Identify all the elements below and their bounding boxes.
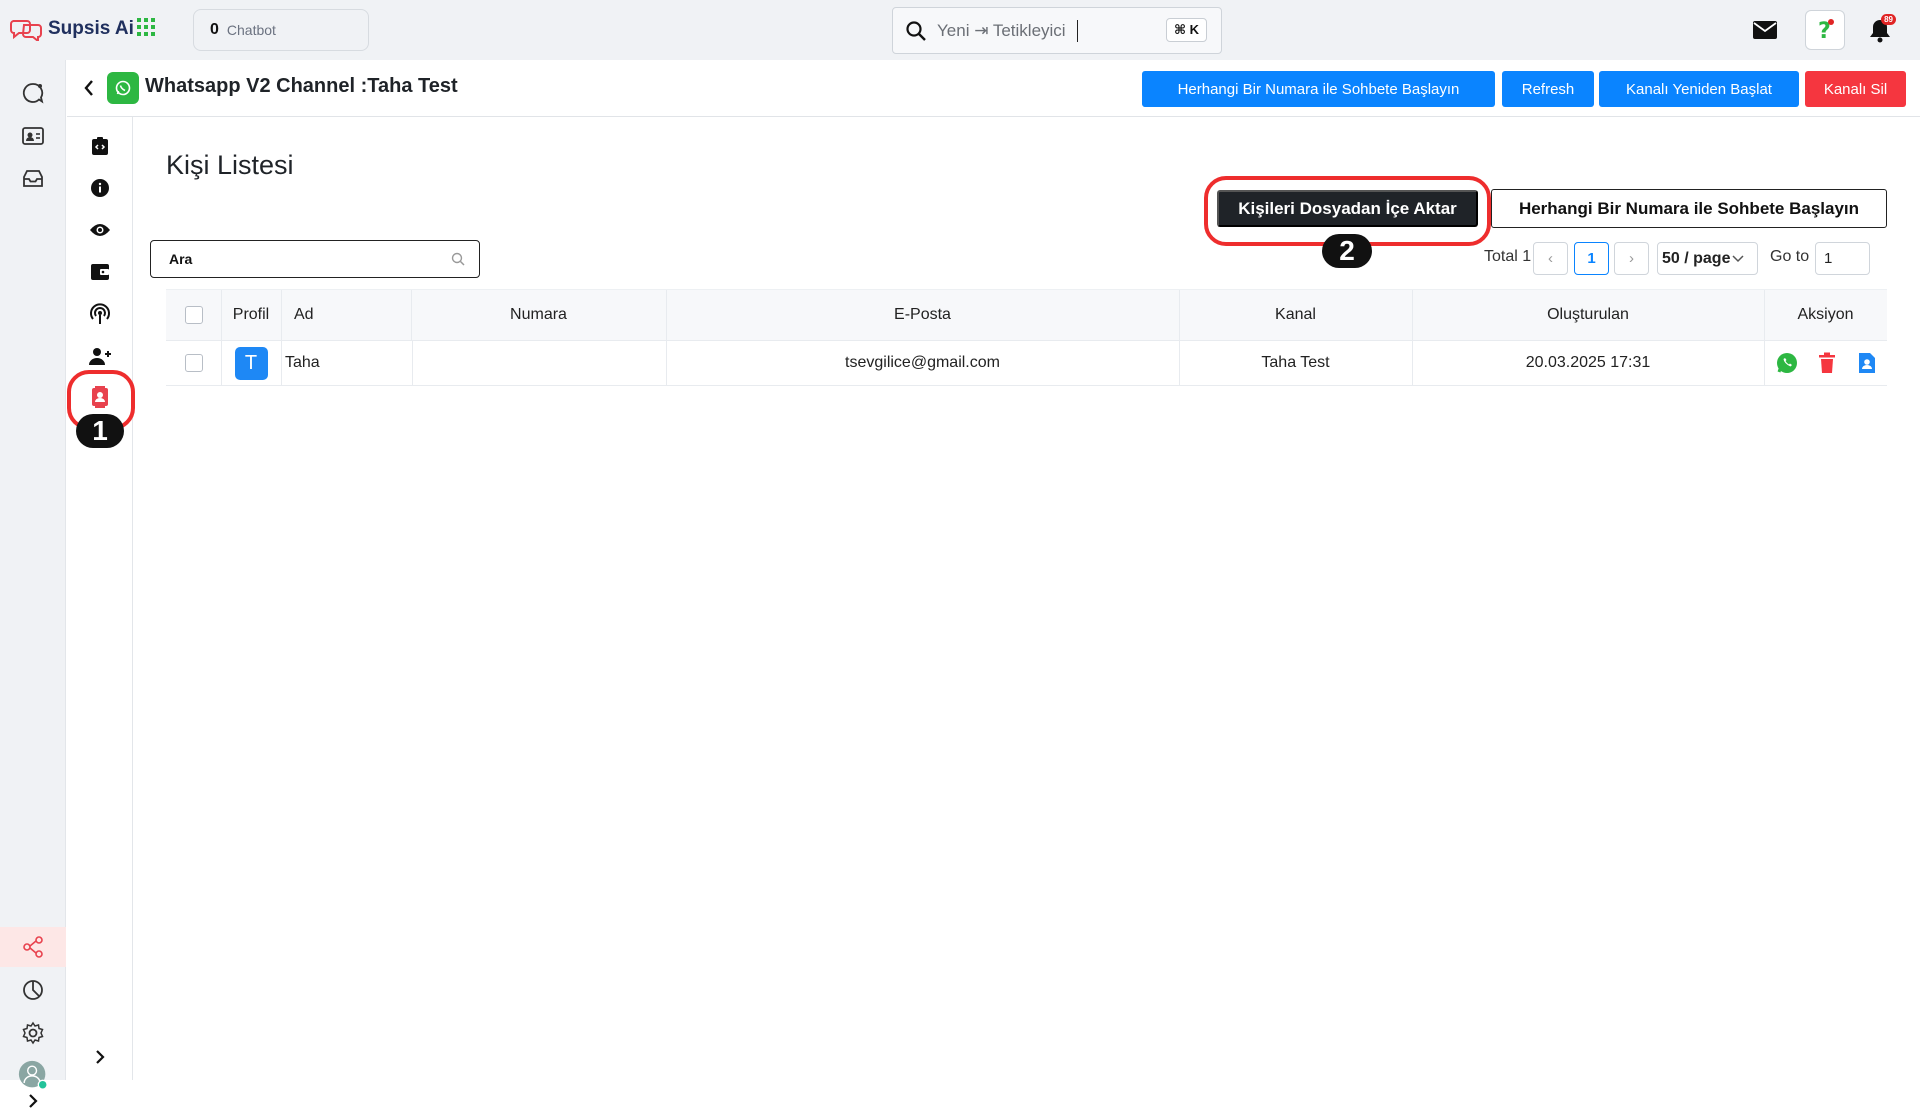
reports-pie-icon[interactable] — [18, 975, 48, 1005]
channel-sub-sidebar — [67, 117, 133, 1080]
contact-card-icon[interactable] — [18, 121, 48, 151]
contact-detail-icon[interactable] — [1854, 350, 1880, 376]
page-title: Kişi Listesi — [166, 150, 294, 180]
select-all-checkbox[interactable] — [184, 306, 203, 324]
channel-header: Whatsapp V2 Channel :Taha Test Herhangi … — [67, 61, 1920, 117]
column-divider — [281, 341, 282, 385]
row-select-cell — [166, 341, 221, 385]
contact-name: Taha — [285, 354, 320, 371]
chatbot-counter[interactable]: 0 Chatbot — [193, 9, 369, 51]
chatbot-label: Chatbot — [226, 22, 276, 38]
add-user-icon[interactable] — [84, 340, 116, 372]
whatsapp-channel-icon — [107, 72, 139, 104]
column-header-profil: Profil — [232, 306, 270, 323]
restart-channel-button[interactable]: Kanalı Yeniden Başlat — [1599, 71, 1799, 107]
column-header-aksiyon: Aksiyon — [1797, 306, 1854, 323]
pagination-total: Total 1 — [1484, 248, 1532, 265]
brand-name: Supsis Ai — [48, 18, 134, 39]
broadcast-icon[interactable] — [84, 298, 116, 330]
info-icon[interactable] — [84, 172, 116, 204]
row-actions — [1764, 341, 1887, 385]
user-avatar-icon[interactable] — [18, 1060, 48, 1090]
help-icon[interactable]: ? — [1805, 10, 1845, 50]
chevron-down-icon — [1732, 254, 1745, 263]
brand-logo[interactable]: Supsis Ai — [10, 14, 134, 44]
column-header-kanal: Kanal — [1275, 306, 1316, 323]
refresh-button[interactable]: Refresh — [1502, 71, 1594, 107]
table-row[interactable]: T Taha tsevgilice@gmail.com Taha Test 20… — [166, 341, 1887, 386]
table-header: Profil Ad Numara E-Posta Kanal Oluşturul… — [166, 289, 1887, 341]
apps-grid-icon[interactable] — [136, 17, 156, 37]
code-clipboard-icon[interactable] — [84, 130, 116, 162]
share-nodes-icon[interactable] — [18, 932, 48, 962]
contact-search-input[interactable]: Ara — [150, 240, 480, 278]
column-header-olusturulan: Oluşturulan — [1547, 306, 1629, 323]
left-rail — [0, 60, 66, 1108]
column-divider — [281, 290, 282, 340]
settings-gear-icon[interactable] — [18, 1018, 48, 1048]
expand-chevron-icon[interactable] — [22, 1090, 44, 1112]
chat-bubbles-logo-icon — [10, 17, 44, 41]
text-caret — [1076, 19, 1078, 42]
start-chat-any-number-secondary-button[interactable]: Herhangi Bir Numara ile Sohbete Başlayın — [1491, 189, 1887, 228]
contact-avatar: T — [234, 346, 268, 380]
delete-channel-button[interactable]: Kanalı Sil — [1805, 71, 1906, 107]
select-all-cell — [166, 290, 221, 340]
contact-created: 20.03.2025 17:31 — [1525, 354, 1651, 371]
row-profile-cell: T — [221, 341, 281, 385]
contact-number — [412, 341, 666, 385]
channel-title: Whatsapp V2 Channel :Taha Test — [145, 75, 458, 97]
mail-icon[interactable] — [1745, 10, 1785, 50]
pagination-current-page[interactable]: 1 — [1574, 242, 1609, 275]
notifications-bell-icon[interactable]: 89 — [1860, 10, 1900, 50]
expand-chevron-icon[interactable] — [84, 1041, 116, 1073]
contact-email: tsevgilice@gmail.com — [845, 354, 1000, 371]
page-size-select[interactable]: 50 / page — [1657, 242, 1758, 275]
shortcut-hint: ⌘ K — [1165, 18, 1207, 42]
search-icon — [905, 20, 927, 42]
callout-badge-1: 1 — [76, 414, 124, 448]
search-icon — [451, 252, 465, 266]
pagination-next-button[interactable]: › — [1614, 242, 1649, 275]
contact-channel: Taha Test — [1261, 354, 1330, 371]
delete-trash-icon[interactable] — [1814, 350, 1840, 376]
import-contacts-from-file-button[interactable]: Kişileri Dosyadan İçe Aktar — [1217, 190, 1478, 227]
notifications-badge: 89 — [1881, 14, 1896, 25]
chat-icon[interactable] — [18, 78, 48, 108]
top-bar: Supsis Ai 0 Chatbot Yeni ⇥ Tetikleyici ⌘… — [0, 0, 1920, 60]
search-value: Ara — [169, 251, 193, 267]
callout-badge-2: 2 — [1322, 234, 1372, 268]
row-checkbox[interactable] — [184, 354, 203, 372]
global-search-input[interactable]: Yeni ⇥ Tetikleyici ⌘ K — [892, 7, 1222, 54]
search-text: Yeni ⇥ Tetikleyici — [937, 20, 1066, 40]
goto-label: Go to — [1770, 248, 1810, 265]
chatbot-count: 0 — [210, 21, 219, 38]
page-size-value: 50 / page — [1662, 249, 1731, 267]
pagination-prev-button[interactable]: ‹ — [1533, 242, 1568, 275]
inbox-icon[interactable] — [18, 164, 48, 194]
goto-page-input[interactable]: 1 — [1815, 242, 1870, 275]
eye-icon[interactable] — [84, 214, 116, 246]
column-header-eposta: E-Posta — [894, 306, 951, 323]
back-chevron-icon[interactable] — [83, 79, 95, 97]
wallet-icon[interactable] — [84, 256, 116, 288]
whatsapp-chat-icon[interactable] — [1774, 350, 1800, 376]
start-chat-any-number-button[interactable]: Herhangi Bir Numara ile Sohbete Başlayın — [1142, 71, 1495, 107]
column-header-numara: Numara — [510, 306, 567, 323]
column-header-ad: Ad — [294, 306, 314, 323]
